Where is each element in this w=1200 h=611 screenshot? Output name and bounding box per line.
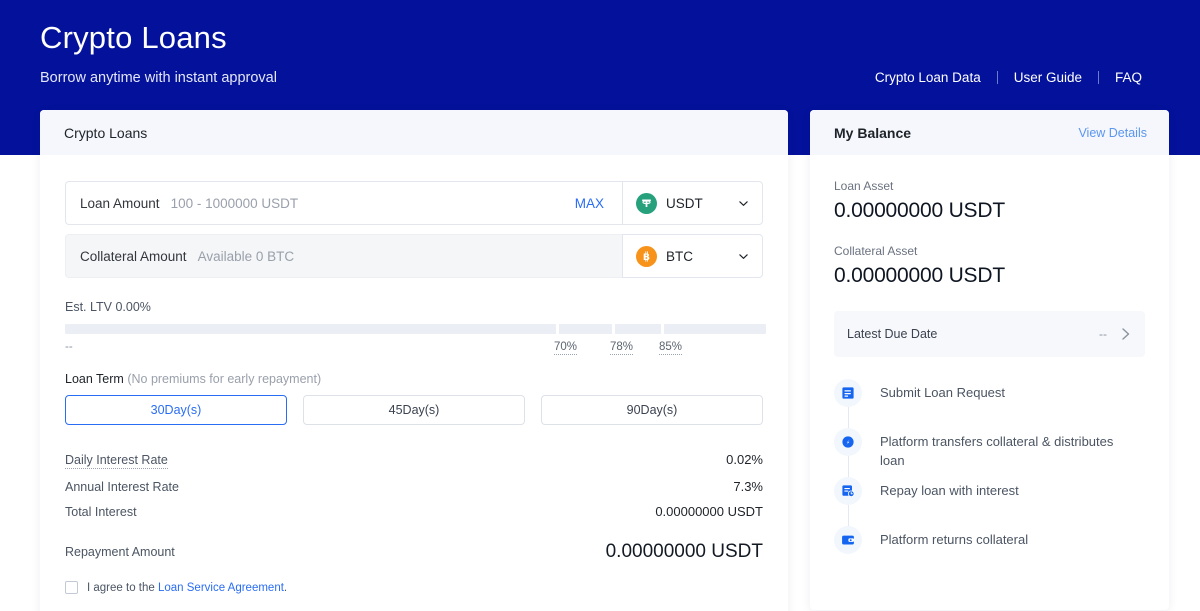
collateral-amount-input[interactable]: Collateral Amount Available 0 BTC	[65, 234, 622, 278]
loan-term-label-text: Loan Term	[65, 372, 124, 386]
total-interest-value: 0.00000000 USDT	[655, 504, 763, 519]
document-icon	[834, 379, 862, 407]
process-step: Platform transfers collateral & distribu…	[834, 428, 1145, 478]
collateral-amount-label: Collateral Amount	[80, 248, 187, 264]
annual-interest-rate-row: Annual Interest Rate 7.3%	[65, 479, 763, 494]
latest-due-date-label: Latest Due Date	[847, 327, 938, 341]
collateral-amount-placeholder: Available 0 BTC	[197, 248, 295, 264]
process-step-label: Platform returns collateral	[880, 532, 1029, 547]
latest-due-date-value: --	[1099, 327, 1107, 341]
collateral-asset-block: Collateral Asset 0.00000000 USDT	[834, 244, 1145, 288]
repayment-amount-label: Repayment Amount	[65, 545, 175, 559]
usdt-coin-icon	[636, 192, 657, 214]
view-details-link[interactable]: View Details	[1078, 126, 1147, 140]
chevron-down-icon	[738, 198, 749, 209]
loan-amount-row: Loan Amount 100 - 1000000 USDT MAX USDT	[65, 181, 763, 225]
repayment-amount-row: Repayment Amount 0.00000000 USDT	[65, 541, 763, 563]
step-connector-line	[847, 505, 849, 527]
page-subtitle: Borrow anytime with instant approval	[40, 70, 277, 86]
collateral-asset-name: BTC	[666, 248, 693, 264]
annual-interest-rate-value: 7.3%	[733, 479, 763, 494]
ltv-track-divider	[556, 324, 559, 334]
ltv-slider[interactable]	[65, 324, 766, 334]
total-interest-row: Total Interest 0.00000000 USDT	[65, 504, 763, 519]
loan-term-option-30[interactable]: 30Day(s)	[65, 395, 287, 425]
process-step-label: Submit Loan Request	[880, 385, 1006, 400]
crypto-loans-card-body: Loan Amount 100 - 1000000 USDT MAX USDT	[40, 155, 788, 611]
loan-term-label: Loan Term (No premiums for early repayme…	[65, 372, 763, 386]
latest-due-date-row[interactable]: Latest Due Date --	[834, 311, 1145, 357]
page-title: Crypto Loans	[40, 20, 227, 55]
wallet-icon	[834, 526, 862, 554]
nav-link-faq[interactable]: FAQ	[1099, 70, 1158, 85]
total-interest-label: Total Interest	[65, 505, 137, 519]
my-balance-card-header: My Balance View Details	[810, 110, 1169, 155]
btc-coin-icon: B	[636, 245, 657, 267]
loan-asset-label: Loan Asset	[834, 179, 894, 193]
repayment-amount-value: 0.00000000 USDT	[605, 541, 763, 562]
loan-amount-max-button[interactable]: MAX	[575, 196, 608, 211]
agreement-suffix: .	[283, 581, 288, 594]
chevron-right-icon	[1121, 327, 1131, 341]
interest-summary: Daily Interest Rate 0.02% Annual Interes…	[65, 452, 763, 519]
crypto-loans-card-title: Crypto Loans	[64, 124, 148, 141]
collateral-asset-value: 0.00000000 USDT	[834, 264, 1005, 287]
agreement-row: I agree to the Loan Service Agreement.	[65, 581, 763, 594]
ltv-tick-78[interactable]: 78%	[610, 341, 634, 355]
loan-amount-input[interactable]: Loan Amount 100 - 1000000 USDT MAX	[65, 181, 622, 225]
loan-asset-name: USDT	[666, 195, 703, 211]
agreement-prefix: I agree to the	[87, 581, 158, 594]
loan-amount-label: Loan Amount	[80, 195, 160, 211]
my-balance-title: My Balance	[834, 124, 912, 141]
agreement-text: I agree to the Loan Service Agreement.	[87, 582, 287, 594]
ltv-track-divider	[661, 324, 664, 334]
daily-interest-rate-row: Daily Interest Rate 0.02%	[65, 452, 763, 469]
ltv-current-value: --	[65, 341, 73, 353]
loan-term-option-90[interactable]: 90Day(s)	[541, 395, 763, 425]
loan-asset-block: Loan Asset 0.00000000 USDT	[834, 179, 1145, 223]
daily-interest-rate-value: 0.02%	[726, 452, 763, 467]
loan-asset-select[interactable]: USDT	[622, 181, 763, 225]
nav-link-crypto-loan-data[interactable]: Crypto Loan Data	[859, 70, 997, 85]
process-step: Platform returns collateral	[834, 526, 1145, 575]
daily-interest-rate-label[interactable]: Daily Interest Rate	[65, 453, 168, 469]
annual-interest-rate-label: Annual Interest Rate	[65, 480, 179, 494]
page-root: Crypto Loans Borrow anytime with instant…	[0, 0, 1200, 611]
crypto-loans-card: Crypto Loans Loan Amount 100 - 1000000 U…	[40, 110, 788, 611]
ltv-label: Est. LTV 0.00%	[65, 300, 151, 314]
step-connector-line	[847, 456, 849, 478]
collateral-asset-select[interactable]: B BTC	[622, 234, 763, 278]
svg-text:B: B	[643, 251, 650, 261]
transfer-icon	[834, 428, 862, 456]
nav-link-user-guide[interactable]: User Guide	[998, 70, 1098, 85]
collateral-asset-label: Collateral Asset	[834, 244, 918, 258]
process-step-label: Platform transfers collateral & distribu…	[880, 434, 1114, 468]
process-step: Repay loan with interest	[834, 477, 1145, 527]
ltv-tick-row: -- 70% 78% 85%	[65, 341, 763, 363]
loan-process-steps: Submit Loan Request Platform transfers c…	[834, 379, 1145, 575]
collateral-amount-row: Collateral Amount Available 0 BTC B BTC	[65, 234, 763, 278]
loan-asset-value: 0.00000000 USDT	[834, 199, 1005, 222]
header-nav: Crypto Loan Data User Guide FAQ	[859, 70, 1158, 85]
step-connector-line	[847, 407, 849, 429]
loan-term-option-45[interactable]: 45Day(s)	[303, 395, 525, 425]
my-balance-card: My Balance View Details Loan Asset 0.000…	[810, 110, 1169, 610]
agreement-checkbox[interactable]	[65, 581, 78, 594]
ltv-track-divider	[612, 324, 615, 334]
process-step-label: Repay loan with interest	[880, 483, 1019, 498]
ltv-tick-70[interactable]: 70%	[554, 341, 578, 355]
loan-amount-placeholder: 100 - 1000000 USDT	[170, 195, 299, 211]
process-step: Submit Loan Request	[834, 379, 1145, 429]
repay-clock-icon	[834, 477, 862, 505]
my-balance-card-body: Loan Asset 0.00000000 USDT Collateral As…	[810, 155, 1169, 575]
loan-term-note: (No premiums for early repayment)	[127, 372, 322, 386]
crypto-loans-card-header: Crypto Loans	[40, 110, 788, 155]
ltv-tick-85[interactable]: 85%	[659, 341, 683, 355]
chevron-down-icon	[738, 251, 749, 262]
loan-service-agreement-link[interactable]: Loan Service Agreement	[158, 582, 284, 594]
loan-term-options: 30Day(s) 45Day(s) 90Day(s)	[65, 395, 763, 425]
